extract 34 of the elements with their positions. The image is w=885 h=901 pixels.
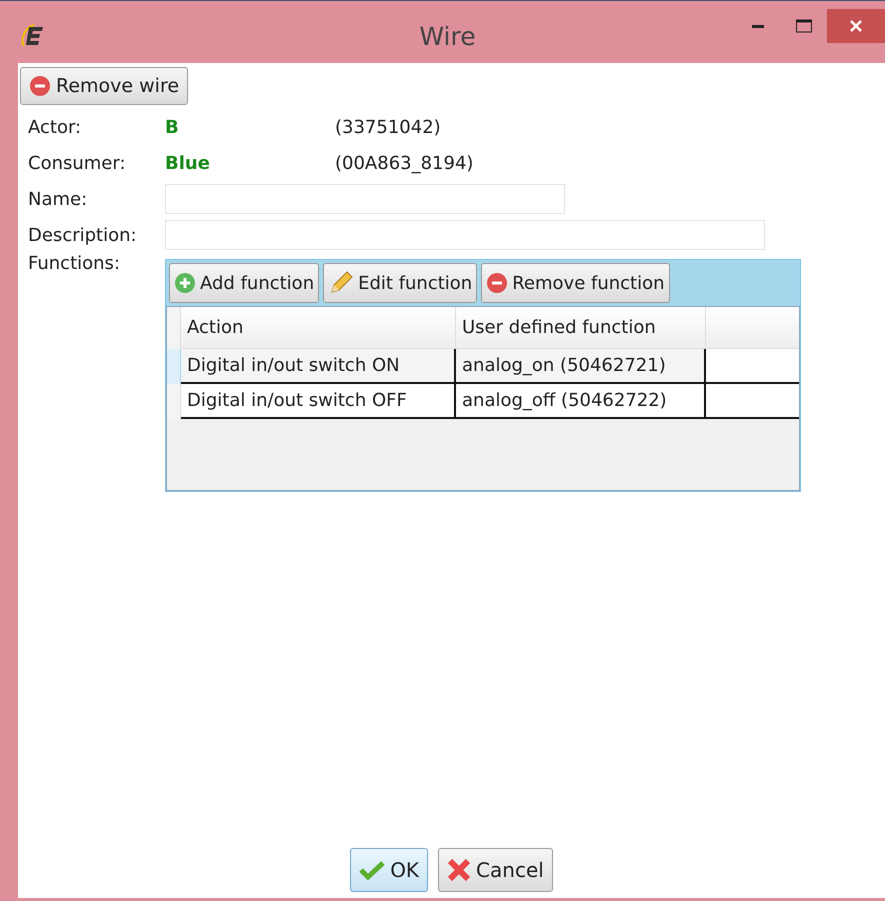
column-header[interactable]: User defined function — [456, 307, 706, 349]
plus-icon — [174, 272, 196, 294]
toolbar-button[interactable]: Add function — [169, 263, 320, 303]
input-field[interactable] — [165, 220, 765, 250]
field-label: Functions: — [28, 253, 122, 274]
field-label: Description: — [28, 224, 138, 246]
input-field[interactable] — [165, 184, 565, 214]
field-value: Blue — [165, 152, 211, 174]
field-label: Name: — [28, 188, 88, 210]
row-header[interactable] — [167, 349, 181, 384]
close-icon — [849, 19, 863, 33]
remove-wire-button[interactable]: Remove wire — [20, 67, 188, 105]
ok-button[interactable]: OK — [350, 848, 428, 892]
table-cell: analog_off (50462722) — [456, 384, 706, 419]
id-text: (33751042) — [335, 116, 441, 138]
maximize-icon — [796, 19, 812, 33]
toolbar-button[interactable]: Remove function — [481, 263, 670, 303]
field-label: Actor: — [28, 116, 82, 138]
window-title: Wire — [419, 22, 476, 50]
field-label: Consumer: — [28, 152, 127, 174]
minus-icon — [486, 272, 508, 294]
table-cell: Digital in/out switch OFF — [181, 384, 456, 419]
cancel-button[interactable]: Cancel — [438, 848, 553, 892]
id-text: (00A863_8194) — [335, 152, 474, 174]
table-cell: analog_on (50462721) — [456, 349, 706, 384]
check-icon — [359, 860, 386, 880]
toolbar-button[interactable]: Edit function — [323, 263, 478, 303]
close-button[interactable] — [827, 9, 885, 43]
minimize-icon — [752, 24, 764, 28]
field-value: B — [165, 116, 180, 138]
table-cell: Digital in/out switch ON — [181, 349, 456, 384]
minus-icon — [29, 75, 51, 97]
column-header[interactable]: Action — [181, 307, 456, 349]
close-icon — [447, 858, 472, 882]
